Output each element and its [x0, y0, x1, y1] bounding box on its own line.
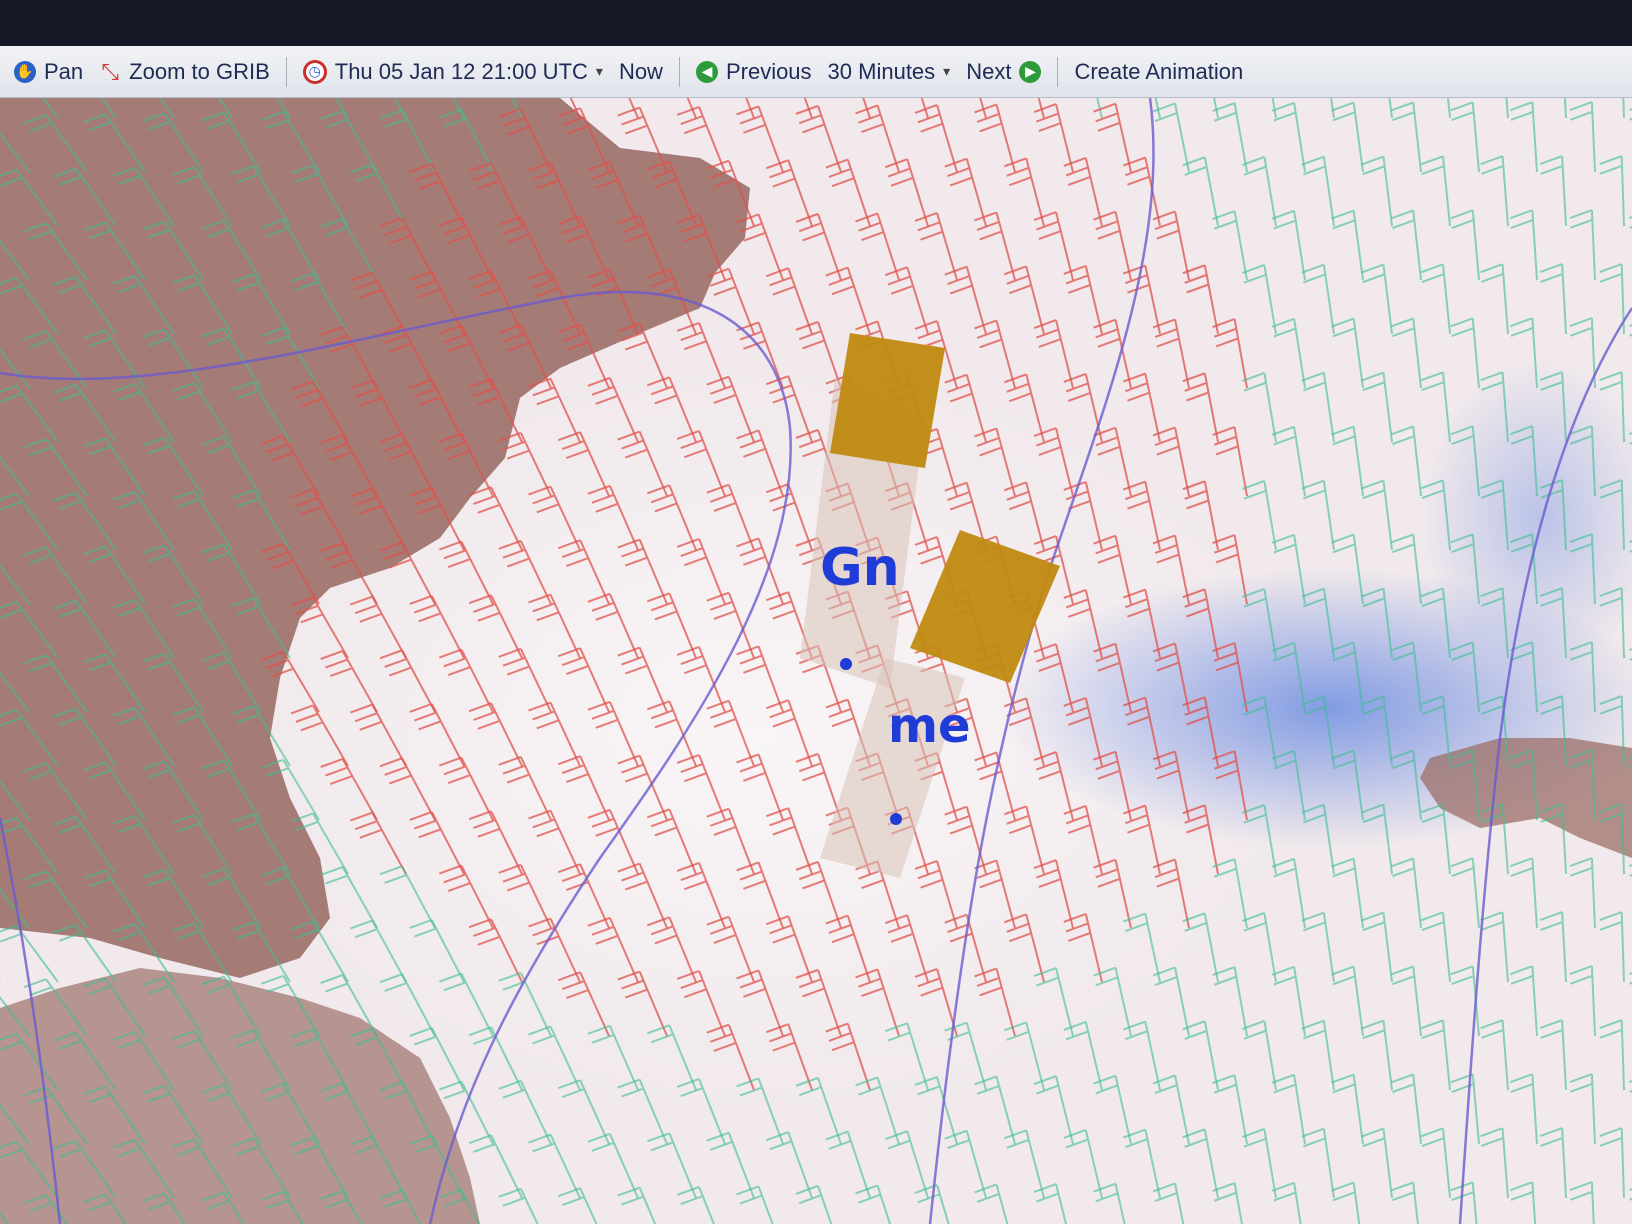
arrow-left-icon: ◀ [695, 60, 718, 83]
zoom-icon: ⤡ [101, 58, 119, 84]
time-step-selector[interactable]: 30 Minutes ▾ [828, 59, 951, 85]
pan-button[interactable]: ✋ Pan [14, 59, 83, 85]
toolbar-divider [1057, 56, 1059, 87]
pan-label: Pan [44, 58, 84, 84]
toolbar-divider [678, 56, 680, 87]
time-step-label: 30 Minutes [827, 58, 936, 84]
position-label-me: me [888, 698, 971, 754]
next-button[interactable]: Next ▶ [966, 58, 1042, 85]
arrow-right-icon: ▶ [1019, 60, 1042, 83]
date-selector[interactable]: ◷ Thu 05 Jan 12 21:00 UTC ▾ [302, 58, 603, 85]
previous-label: Previous [725, 58, 812, 84]
zoom-label: Zoom to GRIB [129, 58, 270, 84]
map-canvas[interactable] [0, 98, 1632, 1224]
now-button[interactable]: Now [619, 59, 663, 85]
position-marker-group[interactable] [840, 658, 852, 670]
create-animation-button[interactable]: Create Animation [1074, 59, 1243, 85]
clock-icon: ◷ [302, 59, 327, 84]
position-marker-me[interactable] [890, 813, 902, 825]
zoom-to-grib-button[interactable]: ⤡ Zoom to GRIB [99, 58, 270, 85]
position-label-group: Gn [820, 538, 900, 598]
toolbar-divider [285, 56, 287, 87]
previous-button[interactable]: ◀ Previous [695, 58, 812, 85]
monitor-bezel [0, 0, 1632, 48]
now-label: Now [618, 58, 663, 84]
weather-map[interactable]: Gn me [0, 98, 1632, 1224]
next-label: Next [966, 58, 1012, 84]
create-animation-label: Create Animation [1074, 58, 1244, 84]
hand-icon: ✋ [14, 60, 36, 83]
toolbar: ✋ Pan ⤡ Zoom to GRIB ◷ Thu 05 Jan 12 21:… [0, 46, 1632, 98]
chevron-down-icon[interactable]: ▾ [943, 63, 950, 80]
chevron-down-icon[interactable]: ▾ [596, 63, 603, 80]
date-label: Thu 05 Jan 12 21:00 UTC [334, 58, 588, 84]
